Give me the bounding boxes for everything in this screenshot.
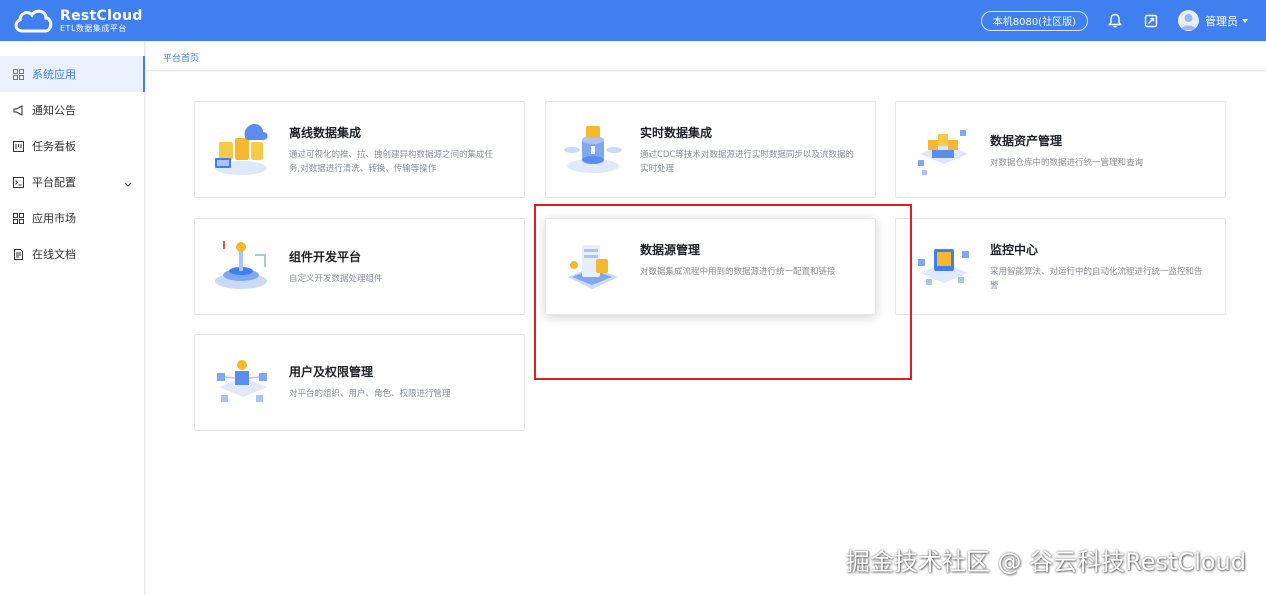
card-title: 监控中心 bbox=[990, 243, 1039, 257]
cloud-logo-icon bbox=[12, 6, 54, 36]
card-monitoring-center[interactable]: 监控中心 采用智能算法、对运行中的自动化流程进行统一监控和告警 bbox=[895, 218, 1226, 315]
sidebar: 系统应用 通知公告 任务看板 平台配置 应用市场 在线文档 bbox=[0, 41, 145, 595]
sidebar-item-label: 系统应用 bbox=[32, 68, 76, 81]
card-description: 对数据仓库中的数据进行统一管理和查询 bbox=[990, 158, 1144, 168]
avatar bbox=[1178, 10, 1199, 31]
card-description: 对数据集成流程中用到的数据源进行统一配置和链接 bbox=[640, 267, 836, 277]
sidebar-item-label: 应用市场 bbox=[32, 212, 76, 225]
board-icon bbox=[12, 140, 24, 152]
grid-icon bbox=[12, 212, 24, 224]
sidebar-item-online-docs[interactable]: 在线文档 bbox=[0, 236, 144, 272]
realtime-illustration-icon bbox=[562, 120, 624, 178]
logo-title: RestCloud bbox=[60, 7, 143, 24]
card-title: 数据资产管理 bbox=[990, 134, 1063, 148]
card-title: 组件开发平台 bbox=[289, 250, 362, 264]
sidebar-item-system-apps[interactable]: 系统应用 bbox=[0, 56, 145, 92]
sidebar-item-notices[interactable]: 通知公告 bbox=[0, 92, 144, 128]
sidebar-item-platform-config[interactable]: 平台配置 bbox=[0, 164, 144, 200]
breadcrumb[interactable]: 平台首页 bbox=[163, 51, 199, 64]
sidebar-item-label: 在线文档 bbox=[32, 248, 76, 261]
logo[interactable]: RestCloud ETL数据集成平台 bbox=[12, 6, 143, 36]
breadcrumb-bar: 平台首页 bbox=[146, 41, 1266, 71]
user-permission-illustration-icon bbox=[211, 353, 273, 411]
monitoring-illustration-icon bbox=[912, 237, 974, 295]
card-component-dev-platform[interactable]: 组件开发平台 自定义开发数据处理组件 bbox=[194, 218, 525, 315]
grid-icon bbox=[12, 68, 24, 80]
card-description: 对平台的组织、用户、角色、权限进行管理 bbox=[289, 389, 451, 399]
card-user-permission-management[interactable]: 用户及权限管理 对平台的组织、用户、角色、权限进行管理 bbox=[194, 334, 525, 431]
card-title: 数据源管理 bbox=[640, 243, 701, 257]
external-link-icon[interactable] bbox=[1142, 12, 1160, 30]
card-description: 采用智能算法、对运行中的自动化流程进行统一监控和告警 bbox=[990, 267, 1203, 291]
datasource-illustration-icon bbox=[562, 237, 624, 295]
card-datasource-management[interactable]: 数据源管理 对数据集成流程中用到的数据源进行统一配置和链接 bbox=[545, 218, 876, 315]
top-header: RestCloud ETL数据集成平台 本机8080(社区版) 管理员 bbox=[0, 0, 1266, 41]
card-description: 通过可视化的推、拉、拽创建异构数据源之间的集成任务,对数据进行清洗、转换、传输等… bbox=[289, 150, 494, 174]
caret-down-icon bbox=[1242, 18, 1248, 23]
watermark: 掘金技术社区 @ 谷云科技RestCloud bbox=[845, 548, 1246, 576]
sidebar-item-label: 平台配置 bbox=[32, 176, 76, 189]
user-name: 管理员 bbox=[1205, 14, 1238, 28]
chevron-down-icon bbox=[124, 178, 132, 191]
sidebar-item-label: 通知公告 bbox=[32, 104, 76, 117]
environment-button[interactable]: 本机8080(社区版) bbox=[980, 10, 1088, 31]
terminal-icon bbox=[12, 176, 24, 188]
card-description: 自定义开发数据处理组件 bbox=[289, 274, 383, 284]
card-offline-integration[interactable]: 离线数据集成 通过可视化的推、拉、拽创建异构数据源之间的集成任务,对数据进行清洗… bbox=[194, 101, 525, 198]
component-dev-illustration-icon bbox=[211, 237, 273, 295]
document-icon bbox=[12, 248, 24, 260]
data-asset-illustration-icon bbox=[912, 120, 974, 178]
card-title: 离线数据集成 bbox=[289, 126, 362, 140]
user-menu[interactable]: 管理员 bbox=[1178, 10, 1248, 31]
megaphone-icon bbox=[12, 104, 24, 116]
etl-illustration-icon bbox=[211, 120, 273, 178]
sidebar-item-label: 任务看板 bbox=[32, 140, 76, 153]
card-title: 用户及权限管理 bbox=[289, 365, 374, 379]
sidebar-item-app-market[interactable]: 应用市场 bbox=[0, 200, 144, 236]
bell-icon[interactable] bbox=[1106, 12, 1124, 30]
card-data-asset-management[interactable]: 数据资产管理 对数据仓库中的数据进行统一管理和查询 bbox=[895, 101, 1226, 198]
logo-subtitle: ETL数据集成平台 bbox=[60, 23, 127, 33]
card-title: 实时数据集成 bbox=[640, 126, 713, 140]
card-realtime-integration[interactable]: 实时数据集成 通过CDC等技术对数据源进行实时数据同步以及流数据的实时处理 bbox=[545, 101, 876, 198]
card-description: 通过CDC等技术对数据源进行实时数据同步以及流数据的实时处理 bbox=[640, 150, 854, 174]
sidebar-item-task-board[interactable]: 任务看板 bbox=[0, 128, 144, 164]
